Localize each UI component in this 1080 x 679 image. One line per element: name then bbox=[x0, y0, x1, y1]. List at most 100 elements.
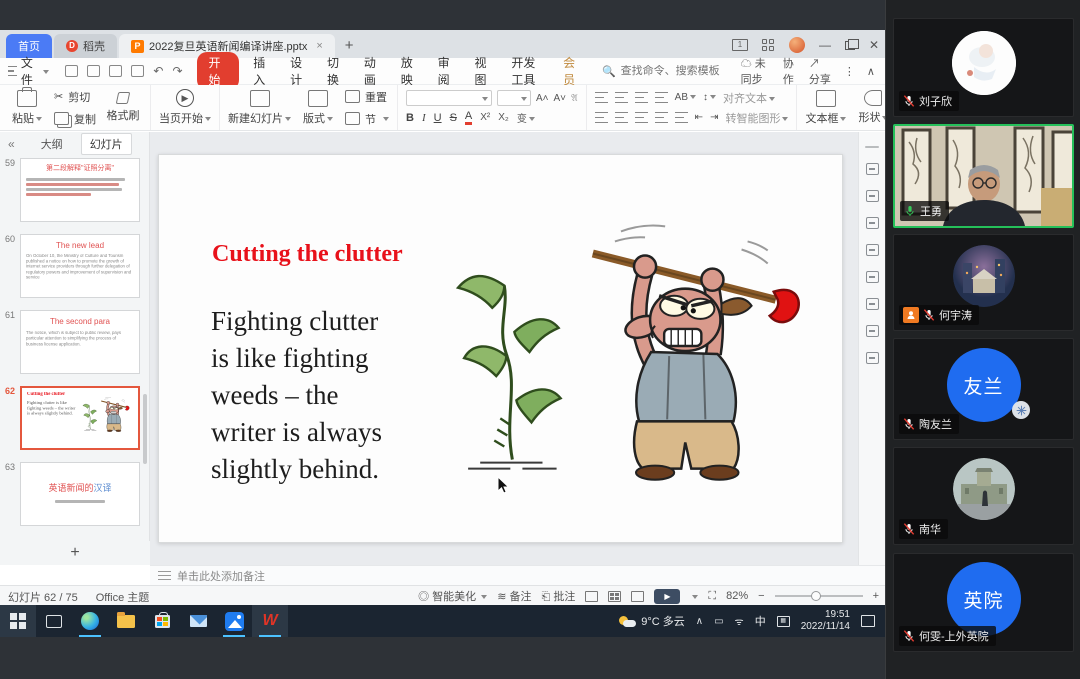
justify-icon[interactable] bbox=[655, 112, 668, 123]
tab-outline[interactable]: 大纲 bbox=[33, 134, 71, 154]
bold-button[interactable]: B bbox=[406, 112, 414, 124]
slideshow-options-caret[interactable] bbox=[692, 595, 698, 602]
participant-tile-3[interactable]: 何宇涛 bbox=[893, 234, 1074, 331]
taskbar-store[interactable] bbox=[144, 605, 180, 637]
new-slide-button[interactable]: 新建幻灯片 bbox=[228, 90, 291, 126]
collapse-panel-button[interactable]: « bbox=[0, 137, 23, 151]
notes-bar[interactable]: 单击此处添加备注 bbox=[150, 565, 885, 585]
numbered-list-icon[interactable] bbox=[615, 92, 628, 103]
italic-button[interactable]: I bbox=[422, 112, 426, 124]
undo-icon[interactable]: ↶ bbox=[153, 64, 163, 78]
reset-button[interactable]: 重置 bbox=[345, 89, 389, 105]
thumbnail-60[interactable]: 60 The new lead On October 10, the Minis… bbox=[20, 234, 150, 298]
superscript-button[interactable]: X² bbox=[480, 112, 490, 123]
minimize-button[interactable]: — bbox=[819, 38, 831, 52]
sorter-view-icon[interactable] bbox=[608, 591, 621, 602]
shapes-button[interactable]: 形状 bbox=[854, 90, 885, 125]
thumbnail-61[interactable]: 61 The second para The notice, which is … bbox=[20, 310, 150, 374]
ime-indicator[interactable]: 中 bbox=[755, 613, 766, 629]
layout-switch-icon[interactable]: 1 bbox=[732, 39, 748, 51]
zoom-in-button[interactable]: + bbox=[873, 590, 879, 602]
zoom-out-button[interactable]: − bbox=[758, 590, 764, 602]
tab-slides[interactable]: 幻灯片 bbox=[81, 133, 132, 155]
comments-toggle[interactable]: ⎗ 批注 bbox=[542, 588, 576, 604]
ribbon-tab-member[interactable]: 会员 bbox=[563, 54, 578, 88]
beautify-button[interactable]: ◎ 智能美化 bbox=[418, 588, 487, 604]
start-button[interactable] bbox=[0, 605, 36, 637]
animation-panel-icon[interactable] bbox=[866, 217, 879, 229]
print-icon[interactable] bbox=[109, 65, 122, 77]
settings-panel-icon[interactable] bbox=[866, 325, 879, 337]
ribbon-tab-transition[interactable]: 切换 bbox=[327, 54, 342, 88]
thumbnail-59[interactable]: 59 第二段解释"证照分离" bbox=[20, 158, 150, 222]
collaborate-button[interactable]: 协作 bbox=[783, 55, 797, 87]
ribbon-tab-devtools[interactable]: 开发工具 bbox=[511, 54, 541, 88]
device-icon[interactable]: ▭ bbox=[714, 616, 723, 627]
align-right-icon[interactable] bbox=[635, 112, 648, 123]
slideshow-button[interactable]: ▶ bbox=[654, 589, 680, 604]
bullet-list-icon[interactable] bbox=[595, 92, 608, 103]
line-spacing-button[interactable]: ↕ bbox=[703, 92, 716, 103]
align-center-icon[interactable] bbox=[615, 112, 628, 123]
thumbnail-scrollbar[interactable] bbox=[143, 394, 147, 464]
ribbon-tab-insert[interactable]: 插入 bbox=[253, 54, 268, 88]
grow-font-icon[interactable]: A˄ bbox=[536, 93, 549, 104]
indent-icon[interactable] bbox=[655, 92, 668, 103]
chart-panel-icon[interactable] bbox=[866, 298, 879, 310]
new-tab-button[interactable]: + bbox=[345, 37, 354, 54]
clock[interactable]: 19:51 2022/11/14 bbox=[801, 609, 850, 634]
copy-button[interactable]: 复制 bbox=[54, 111, 96, 127]
account-avatar[interactable] bbox=[789, 37, 805, 53]
redo-icon[interactable]: ↷ bbox=[172, 64, 182, 78]
participant-tile-1[interactable]: 刘子欣 bbox=[893, 18, 1074, 117]
share-button[interactable]: ↗ 分享 bbox=[809, 55, 832, 87]
close-button[interactable]: ✕ bbox=[869, 38, 879, 52]
font-name-select[interactable] bbox=[406, 90, 492, 106]
cut-button[interactable]: ✂剪切 bbox=[54, 89, 96, 105]
save-icon[interactable] bbox=[65, 65, 78, 77]
layout-button[interactable]: 版式 bbox=[299, 90, 337, 126]
font-size-select[interactable] bbox=[497, 90, 531, 106]
normal-view-icon[interactable] bbox=[585, 591, 598, 602]
workspace-grid-icon[interactable] bbox=[762, 39, 775, 52]
taskbar-mail[interactable] bbox=[180, 605, 216, 637]
tab-close-icon[interactable]: × bbox=[316, 40, 322, 52]
notes-toggle[interactable]: ≋ 备注 bbox=[497, 588, 531, 604]
ribbon-tab-view[interactable]: 视图 bbox=[474, 54, 489, 88]
file-menu[interactable]: 文件 bbox=[0, 54, 57, 88]
add-slide-button[interactable]: + bbox=[0, 541, 150, 565]
task-view-button[interactable] bbox=[36, 605, 72, 637]
search-input[interactable] bbox=[621, 65, 741, 77]
participant-tile-5[interactable]: 南华 bbox=[893, 447, 1074, 545]
taskbar-wps[interactable]: W bbox=[252, 605, 288, 637]
taskbar-edge[interactable] bbox=[72, 605, 108, 637]
more-icon[interactable]: ⋮ bbox=[844, 65, 855, 78]
thumbnail-63[interactable]: 63 英语新闻的汉译 bbox=[20, 462, 150, 526]
history-panel-icon[interactable] bbox=[866, 271, 879, 283]
taskbar-meeting-app[interactable] bbox=[216, 605, 252, 637]
strip-handle[interactable] bbox=[865, 146, 879, 148]
fit-window-icon[interactable]: ⛶ bbox=[708, 590, 716, 603]
char-effect-button[interactable]: 变 bbox=[517, 110, 535, 125]
text-direction-button[interactable]: AB bbox=[675, 92, 696, 103]
align-left-icon[interactable] bbox=[595, 112, 608, 123]
ribbon-tab-animation[interactable]: 动画 bbox=[364, 54, 379, 88]
participant-tile-4[interactable]: 友兰 陶友兰 bbox=[893, 338, 1074, 440]
weather-widget[interactable]: 9°C 多云 bbox=[619, 613, 685, 629]
zoom-slider[interactable] bbox=[775, 595, 863, 597]
action-center-icon[interactable] bbox=[861, 615, 875, 627]
restore-button[interactable] bbox=[845, 41, 855, 50]
smart-graphic-button[interactable]: 转智能图形 bbox=[725, 110, 788, 126]
collapse-ribbon-icon[interactable]: ∧ bbox=[867, 65, 875, 78]
outdent-icon[interactable] bbox=[635, 92, 648, 103]
shrink-font-icon[interactable]: A˅ bbox=[554, 93, 567, 104]
preview-icon[interactable] bbox=[131, 65, 144, 77]
thumbnail-62-selected[interactable]: 62 Cutting the clutter Fighting clutter … bbox=[20, 386, 150, 450]
beautify-panel-icon[interactable] bbox=[866, 163, 879, 175]
distribute-icon[interactable] bbox=[675, 112, 688, 123]
hidden-icons-chevron[interactable]: ∧ bbox=[696, 616, 703, 627]
sync-status[interactable]: ☁ 未同步 bbox=[741, 55, 771, 87]
para-spacing-2-icon[interactable]: ⇥ bbox=[710, 112, 718, 123]
taskbar-explorer[interactable] bbox=[108, 605, 144, 637]
command-search[interactable]: 🔍 bbox=[602, 65, 741, 78]
